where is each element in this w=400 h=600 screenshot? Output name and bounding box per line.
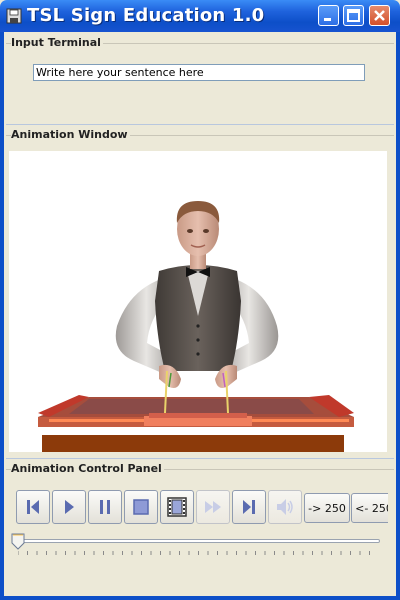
animation-viewport[interactable] [9,151,387,452]
maximize-button[interactable] [343,5,364,26]
jump-back-clip: <- 250 [351,493,388,523]
control-panel-title: Animation Control Panel [11,462,164,475]
fast-forward-icon [205,501,221,513]
timeline-slider-thumb[interactable] [11,533,26,550]
close-button[interactable] [369,5,390,26]
maximize-icon [347,9,360,22]
title-bar[interactable]: TSL Sign Education 1.0 [0,0,400,32]
sound-button[interactable] [268,490,302,524]
film-button[interactable] [160,490,194,524]
step-forward-button[interactable] [232,490,266,524]
app-icon [6,8,22,24]
minimize-button[interactable] [318,5,339,26]
stop-button[interactable] [124,490,158,524]
window-title: TSL Sign Education 1.0 [27,5,265,26]
sentence-input[interactable] [33,64,365,81]
step-backward-button[interactable] [16,490,50,524]
pause-icon [100,500,110,514]
speaker-icon [277,499,293,515]
jump-back-button[interactable]: <- 250 [351,493,388,523]
step-forward-icon [243,500,255,514]
window-border-right [396,32,400,600]
play-icon [65,500,74,514]
window-border-bottom [0,596,400,600]
animation-window-title: Animation Window [11,128,130,141]
section-divider [6,124,394,125]
pause-button[interactable] [88,490,122,524]
window-border-left [0,32,4,600]
jump-forward-button[interactable]: -> 250 [304,493,350,523]
section-divider [6,458,394,459]
timeline-ticks [18,551,370,555]
film-icon [167,497,187,517]
stop-icon [133,499,149,515]
step-backward-icon [27,500,39,514]
close-icon [374,10,385,21]
signing-avatar [38,201,354,452]
fast-forward-button[interactable] [196,490,230,524]
play-button[interactable] [52,490,86,524]
timeline-slider-track[interactable] [14,539,380,543]
minimize-icon [324,18,331,21]
input-terminal-title: Input Terminal [11,36,103,49]
